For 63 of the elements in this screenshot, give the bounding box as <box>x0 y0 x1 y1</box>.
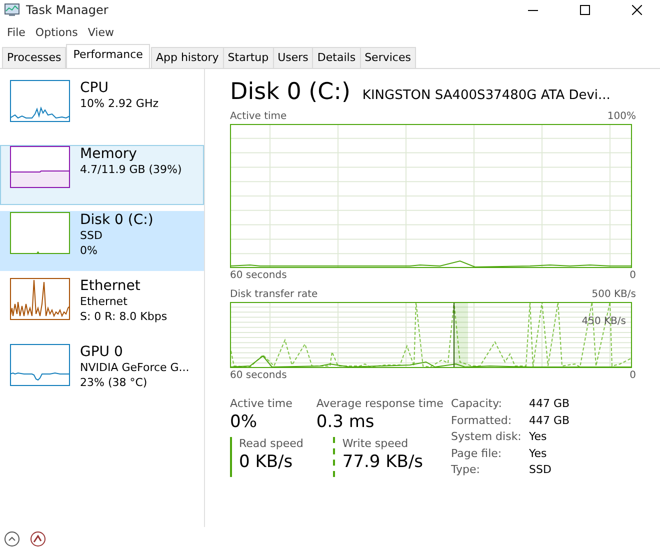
property-label: Capacity: <box>451 397 504 411</box>
collapse-icon[interactable] <box>4 531 20 547</box>
menu-item[interactable]: View <box>82 26 119 38</box>
tab[interactable]: Services <box>360 47 416 68</box>
device-info: NVIDIA GeForce G... <box>80 360 190 375</box>
stat-value: 0.3 ms <box>316 412 376 432</box>
graph-max-label: 500 KB/s <box>592 289 636 302</box>
device-info: S: 0 R: 8.0 Kbps <box>80 309 168 324</box>
menu-item[interactable]: Options <box>30 26 83 38</box>
property-value: SSD <box>529 463 552 477</box>
property-value: 447 GB <box>529 397 570 411</box>
app-icon <box>4 3 20 17</box>
device-name: Memory <box>80 146 138 162</box>
stat-value: 0% <box>230 412 258 432</box>
close-icon <box>632 5 642 15</box>
stat-label: Active time <box>230 397 292 410</box>
speed-label: Read speed <box>239 437 304 450</box>
sidebar-item[interactable]: Disk 0 (C:) SSD 0% <box>0 211 204 271</box>
property-label: Type: <box>451 463 482 477</box>
resource-monitor-icon[interactable] <box>30 531 46 547</box>
graph-label: Active time <box>230 111 287 124</box>
speed-label: Write speed <box>342 437 410 450</box>
device-info: Ethernet <box>80 294 128 309</box>
tab[interactable]: Startup <box>222 47 274 68</box>
graph-time-label: 60 seconds <box>230 270 287 283</box>
graph-label: Disk transfer rate <box>230 289 318 302</box>
property-value: Yes <box>529 430 548 444</box>
graph-max-label: 100% <box>607 111 636 124</box>
device-info: 10% 2.92 GHz <box>80 96 159 111</box>
graph-min-label: 0 <box>630 370 636 383</box>
sidebar-item[interactable]: Ethernet Ethernet S: 0 R: 8.0 Kbps <box>0 277 204 337</box>
sidebar-item[interactable]: Memory 4.7/11.9 GB (39%) <box>0 145 204 205</box>
device-info: 0% <box>80 243 98 258</box>
maximize-icon <box>580 5 590 15</box>
device-name: Ethernet <box>80 278 142 294</box>
device-name: CPU <box>80 80 110 96</box>
disk-model: KINGSTON SA400S37480G ATA Devi... <box>362 88 610 103</box>
tab[interactable]: App history <box>150 47 224 68</box>
graph-marker-label: 450 KB/s <box>582 316 626 327</box>
speed-value: 77.9 KB/s <box>342 452 424 472</box>
graph-time-label: 60 seconds <box>230 370 287 383</box>
property-value: 447 GB <box>529 414 570 428</box>
device-info: SSD <box>80 228 104 243</box>
property-label: System disk: <box>451 430 522 444</box>
property-label: Formatted: <box>451 414 513 428</box>
property-label: Page file: <box>451 446 503 460</box>
speed-value: 0 KB/s <box>239 452 294 472</box>
disk-title: Disk 0 (C:) <box>230 79 350 105</box>
tab[interactable]: Details <box>312 47 361 68</box>
tab[interactable]: Users <box>272 47 314 68</box>
graph-min-label: 0 <box>630 270 636 283</box>
device-name: GPU 0 <box>80 344 124 360</box>
sidebar-item[interactable]: CPU 10% 2.92 GHz <box>0 79 204 139</box>
tab[interactable]: Processes <box>2 47 66 68</box>
device-info: 23% (38 °C) <box>80 375 148 390</box>
menu-item[interactable]: File <box>2 26 30 38</box>
window-title: Task Manager <box>26 3 110 17</box>
sidebar-item[interactable]: GPU 0 NVIDIA GeForce G... 23% (38 °C) <box>0 343 204 403</box>
device-info: 4.7/11.9 GB (39%) <box>80 162 182 177</box>
tab[interactable]: Performance <box>66 44 150 68</box>
device-name: Disk 0 (C:) <box>80 212 154 228</box>
property-value: Yes <box>529 446 548 460</box>
stat-label: Average response time <box>316 397 444 410</box>
